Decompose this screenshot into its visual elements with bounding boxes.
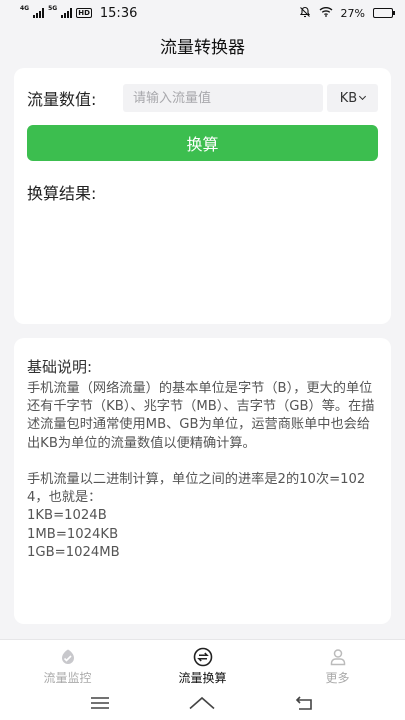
info-body: 手机流量（网络流量）的基本单位是字节（B），更大的单位还有千字节（KB）、兆字节…: [27, 381, 375, 560]
tab-flow-convert[interactable]: 流量换算: [135, 640, 270, 689]
input-label: 流量数值:: [27, 90, 97, 109]
flow-value-input[interactable]: [123, 84, 323, 112]
monitor-icon: [57, 647, 79, 667]
home-icon[interactable]: [189, 695, 216, 714]
tab-label: 更多: [325, 671, 350, 685]
mute-icon: [299, 6, 311, 21]
status-bar: 4G 5G HD 15:36 27%: [0, 0, 405, 26]
hd-badge: HD: [76, 8, 92, 18]
network-type-a: 4G: [20, 5, 30, 12]
tab-more[interactable]: 更多: [270, 640, 405, 689]
unit-dropdown[interactable]: KB: [327, 84, 378, 112]
battery-percent: 27%: [340, 6, 365, 20]
tab-label: 流量换算: [178, 671, 227, 685]
info-card: 基础说明: 手机流量（网络流量）的基本单位是字节（B），更大的单位还有千字节（K…: [14, 338, 391, 624]
signal-icon: [33, 8, 45, 18]
system-nav-bar: [0, 689, 405, 720]
unit-selected: KB: [339, 90, 358, 106]
result-label: 换算结果:: [27, 184, 97, 203]
tab-flow-monitor[interactable]: 流量监控: [0, 640, 135, 689]
tab-label: 流量监控: [43, 671, 92, 685]
info-title: 基础说明:: [27, 358, 93, 376]
convert-icon: [192, 647, 214, 667]
back-icon[interactable]: [295, 695, 315, 715]
signal-icon-2: [61, 8, 73, 18]
page-title: 流量转换器: [160, 37, 245, 58]
converter-card: 流量数值: KB 换算 换算结果:: [14, 68, 391, 324]
chevron-down-icon: [359, 92, 367, 100]
person-icon: [327, 647, 349, 667]
battery-icon: [373, 8, 395, 18]
wifi-icon: [319, 6, 333, 20]
network-type-b: 5G: [48, 5, 58, 12]
menu-icon[interactable]: [90, 695, 110, 714]
status-time: 15:36: [99, 5, 138, 21]
bottom-tab-bar: 流量监控 流量换算 更多: [0, 639, 405, 689]
convert-button[interactable]: 换算: [27, 125, 378, 161]
input-row: 流量数值: KB: [27, 84, 378, 112]
